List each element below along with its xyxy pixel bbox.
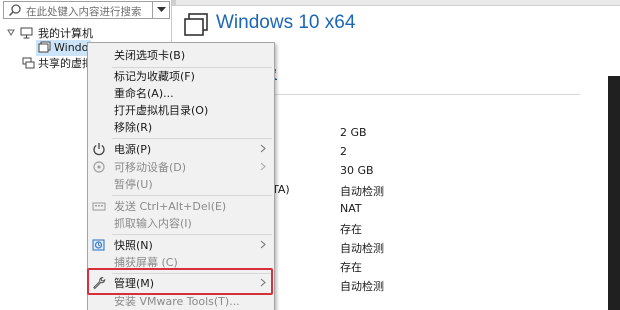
menu-item-grab-input[interactable]: 抓取输入内容(I) [88,213,274,232]
device-value: 2 GB [340,126,367,139]
menu-item-label: 抓取输入内容(I) [114,217,192,230]
tree-label: 我的计算机 [38,27,93,40]
vm-header: Windows 10 x64 [172,6,620,40]
collapse-icon[interactable] [6,28,16,38]
search-dropdown-button[interactable] [153,1,170,19]
menu-item-label: 快照(N) [114,239,153,252]
menu-item-remove[interactable]: 移除(R) [88,117,274,136]
tree-label: 共享的虚拟 [38,57,93,70]
vm-preview-thumbnail[interactable] [608,76,620,310]
chevron-down-icon [157,7,166,12]
keyboard-icon [92,202,106,211]
menu-item-label: 移除(R) [114,121,153,134]
menu-item-power[interactable]: 电源(P) [88,139,274,158]
manage-highlight-box [87,268,273,295]
device-value: 自动检测 [340,242,384,255]
device-value: 自动检测 [340,185,384,198]
device-value: 自动检测 [340,280,384,293]
menu-item-label: 关闭选项卡(B) [114,49,186,62]
device-value: 存在 [340,223,362,236]
menu-item-label: 标记为收藏项(F) [114,70,195,83]
search-placeholder: 在此处键入内容进行搜索 [26,6,142,18]
shared-vm-icon [22,57,35,69]
power-icon [93,143,105,156]
menu-item-label: 发送 Ctrl+Alt+Del(E) [114,200,227,213]
menu-item-label: 暂停(U) [114,178,153,191]
tree-label: Windo [54,41,89,54]
menu-item-label: 安装 VMware Tools(T)... [114,295,240,308]
device-value: 存在 [340,261,362,274]
menu-item-pause[interactable]: 暂停(U) [88,174,274,193]
tree-item-vm[interactable]: Windo [36,40,91,56]
menu-item-label: 打开虚拟机目录(O) [114,104,209,117]
vm-title: Windows 10 x64 [216,12,356,33]
vm-icon [184,13,208,36]
library-search-input[interactable]: 在此处键入内容进行搜索 [3,1,153,19]
chevron-right-icon [260,162,266,171]
menu-item-label: 可移动设备(D) [114,161,187,174]
device-value: NAT [340,202,362,215]
chevron-right-icon [260,240,266,249]
menu-item-label: 重命名(A)... [114,87,174,100]
vm-icon [38,41,51,53]
tree-item-shared-vms[interactable]: 共享的虚拟 [20,56,93,72]
menu-item-label: 电源(P) [114,143,152,156]
snapshot-icon [92,239,105,251]
device-value: 2 [340,145,347,158]
removable-device-icon [93,161,105,173]
device-value: 30 GB [340,164,374,177]
computer-icon [20,27,33,39]
chevron-right-icon [260,144,266,153]
search-icon [8,4,21,17]
menu-item-close-tab[interactable]: 关闭选项卡(B) [88,45,274,64]
